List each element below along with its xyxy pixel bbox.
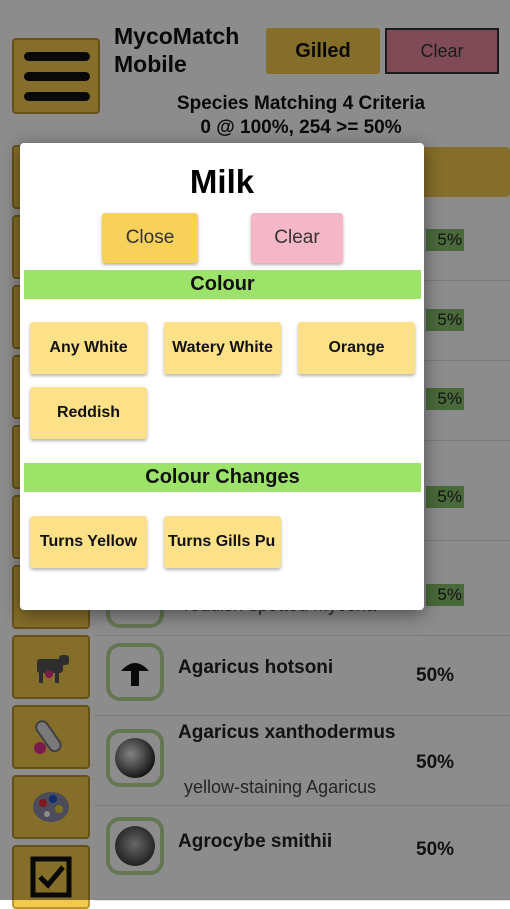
option-any-white[interactable]: Any White: [30, 322, 147, 374]
section-header-colour-changes: Colour Changes: [24, 463, 421, 492]
option-turns-yellow[interactable]: Turns Yellow: [30, 516, 147, 568]
milk-filter-dialog: Milk Close Clear Colour Any White Watery…: [20, 143, 424, 610]
option-watery-white[interactable]: Watery White: [164, 322, 281, 374]
dialog-title: Milk: [189, 163, 255, 200]
option-turns-gills-purple[interactable]: Turns Gills Pu: [164, 516, 281, 568]
option-reddish[interactable]: Reddish: [30, 387, 147, 439]
close-button[interactable]: Close: [102, 213, 198, 263]
option-orange[interactable]: Orange: [298, 322, 415, 374]
section-header-colour: Colour: [24, 270, 421, 299]
clear-button[interactable]: Clear: [251, 213, 343, 263]
